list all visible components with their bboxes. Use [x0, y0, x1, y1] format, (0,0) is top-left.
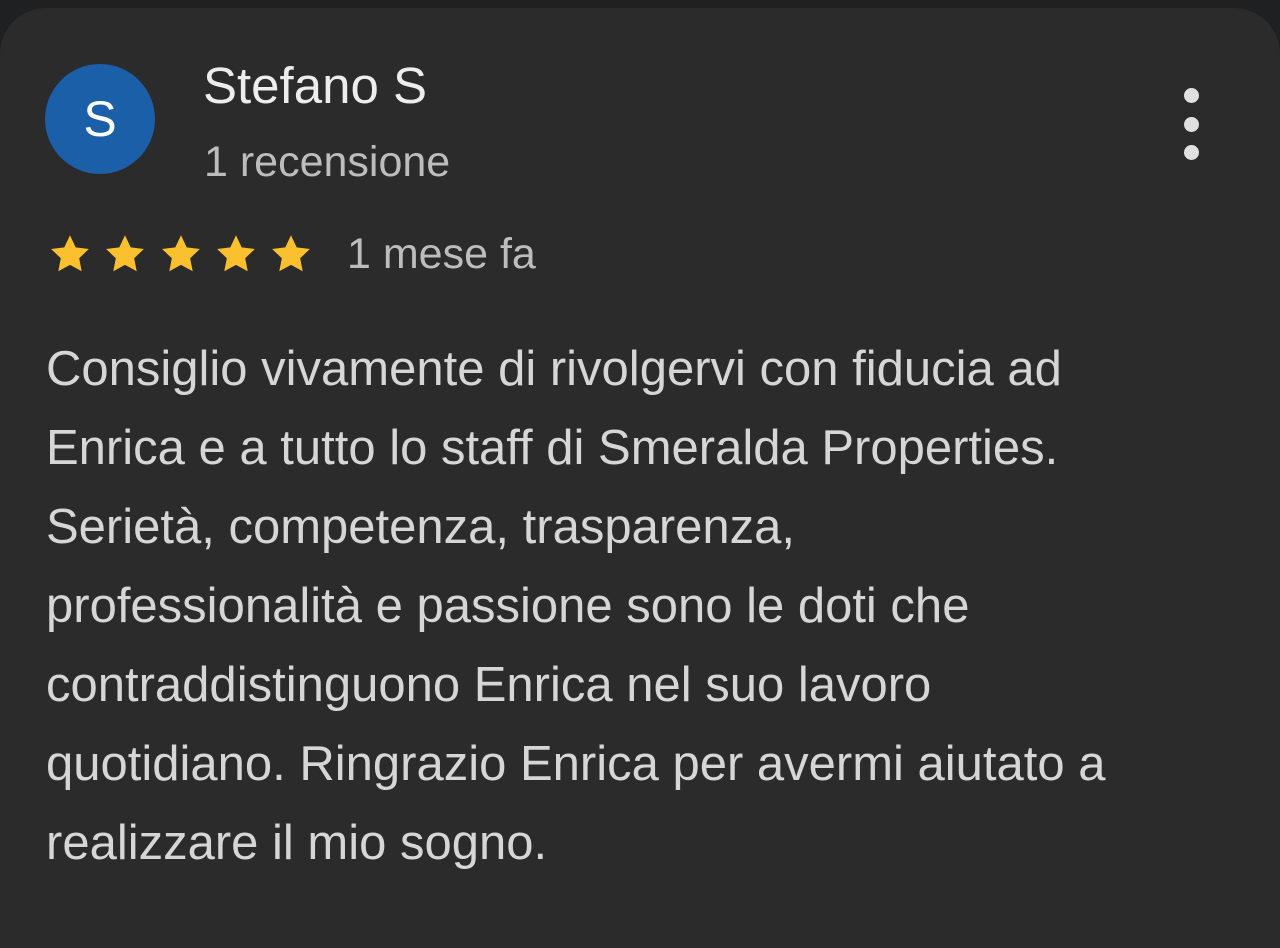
review-text-line: Serietà, competenza, trasparenza, [46, 500, 796, 554]
review-card: S Stefano S 1 recensione 1 mese fa Consi… [0, 8, 1280, 948]
star-icon [51, 235, 89, 272]
more-options-button[interactable] [1166, 82, 1216, 166]
review-text-line: Enrica e a tutto lo staff di Smeralda Pr… [46, 421, 1059, 475]
more-vert-icon-dot [1183, 116, 1199, 132]
author-name[interactable]: Stefano S [203, 60, 427, 111]
star-icon [272, 235, 310, 272]
avatar[interactable]: S [45, 64, 155, 174]
review-text-line: contraddistinguono Enrica nel suo lavoro [46, 658, 932, 712]
star-icon [216, 235, 255, 272]
review-text: Consiglio vivamente di rivolgervi con fi… [46, 330, 1246, 883]
review-text-line: professionalità e passione sono le doti … [46, 579, 970, 633]
rating-row: 1 mese fa [48, 222, 536, 286]
star-icon [106, 235, 145, 272]
more-vert-icon-dot [1183, 145, 1199, 160]
review-text-line: quotidiano. Ringrazio Enrica per avermi … [46, 737, 1106, 791]
review-text-line: realizzare il mio sogno. [46, 816, 548, 870]
review-date: 1 mese fa [347, 229, 536, 278]
review-count: 1 recensione [204, 138, 451, 186]
more-vert-icon [1183, 88, 1199, 103]
star-rating [48, 232, 313, 276]
review-text-line: Consiglio vivamente di rivolgervi con fi… [46, 342, 1062, 396]
star-icon [161, 235, 200, 272]
avatar-initial: S [83, 91, 117, 147]
